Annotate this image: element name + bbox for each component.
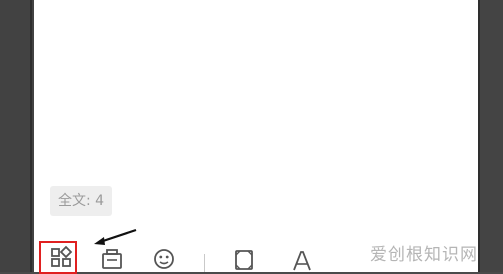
editor-top-strip bbox=[34, 0, 478, 8]
printer-button[interactable] bbox=[98, 244, 126, 272]
right-panel-edge bbox=[478, 0, 503, 272]
frame-icon bbox=[230, 244, 258, 272]
editor-area[interactable]: 全文: 4 bbox=[34, 0, 478, 274]
annotation-arrow-icon bbox=[94, 228, 137, 245]
watermark-text: 爱创根知识网 bbox=[370, 245, 478, 265]
grid-apps-icon bbox=[47, 242, 75, 270]
toolbar-divider bbox=[204, 254, 205, 272]
emoji-icon bbox=[150, 244, 178, 272]
frame-button[interactable] bbox=[230, 244, 258, 272]
left-panel-edge bbox=[0, 0, 34, 272]
word-count-label: 全文: 4 bbox=[58, 193, 105, 209]
printer-icon bbox=[98, 244, 126, 272]
text-format-icon bbox=[288, 244, 316, 272]
emoji-button[interactable] bbox=[150, 244, 178, 272]
watermark: 爱创根知识网 bbox=[370, 240, 478, 265]
word-count-badge: 全文: 4 bbox=[50, 186, 113, 216]
text-format-button[interactable] bbox=[288, 244, 316, 272]
app-window: 全文: 4 爱创根知识网 bbox=[0, 0, 503, 274]
grid-apps-button[interactable] bbox=[42, 242, 80, 272]
